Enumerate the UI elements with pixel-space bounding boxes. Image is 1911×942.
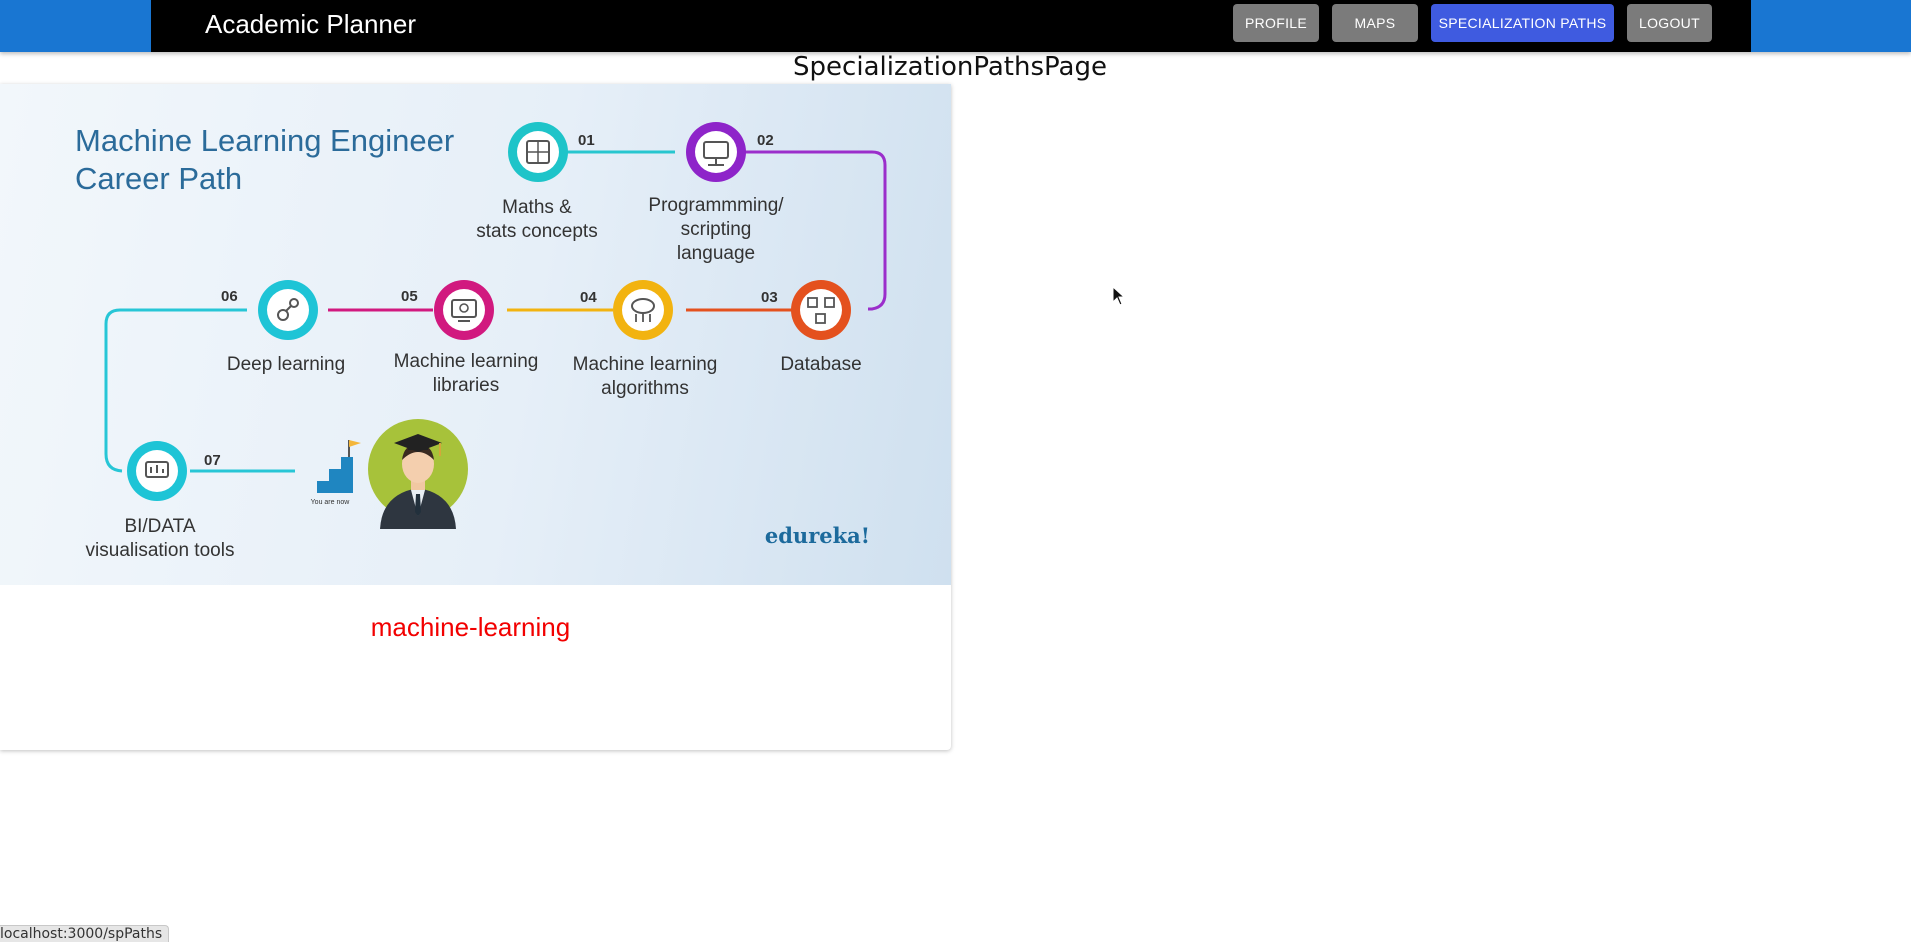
step-02: 02 Programmming/ scripting language (648, 122, 784, 264)
step-04-label-line2: algorithms (601, 378, 689, 399)
step-07-number: 07 (204, 452, 221, 469)
infographic-title-line2: Career Path (75, 161, 242, 196)
app-bar-inner: Academic Planner PROFILE MAPS SPECIALIZA… (151, 0, 1751, 52)
app-bar: Academic Planner PROFILE MAPS SPECIALIZA… (0, 0, 1911, 52)
infographic-title-line1: Machine Learning Engineer (75, 123, 454, 158)
logout-button[interactable]: LOGOUT (1627, 4, 1712, 42)
step-06-label-line1: Deep learning (227, 354, 345, 375)
page-title: SpecializationPathsPage (793, 52, 1107, 82)
step-05-number: 05 (401, 288, 418, 305)
specialization-card[interactable]: Machine Learning Engineer Career Path 01… (0, 84, 951, 750)
step-02-label-line3: language (677, 243, 755, 264)
edureka-logo: edureka! (765, 523, 870, 548)
maps-button[interactable]: MAPS (1332, 4, 1418, 42)
step-05: 05 Machine learning libraries (394, 280, 539, 396)
mouse-cursor-icon (1112, 286, 1126, 306)
step-06: 06 Deep learning (221, 280, 345, 375)
card-title[interactable]: machine-learning (0, 612, 941, 643)
step-04-number: 04 (580, 289, 597, 306)
step-07-label-line1: BI/DATA (124, 516, 195, 537)
step-01-label-line2: stats concepts (476, 221, 597, 242)
step-01-number: 01 (578, 132, 595, 149)
step-04-label-line1: Machine learning (573, 354, 718, 375)
step-03: 03 Database (761, 280, 862, 375)
step-01: 01 Maths & stats concepts (476, 122, 598, 242)
app-title: Academic Planner (205, 9, 416, 39)
step-05-label-line2: libraries (433, 375, 500, 396)
step-04: 04 Machine learning algorithms (573, 280, 718, 399)
graduate-illustration (368, 419, 468, 529)
profile-button[interactable]: PROFILE (1233, 4, 1319, 42)
specialization-paths-button[interactable]: SPECIALIZATION PATHS (1431, 4, 1614, 42)
career-path-infographic: Machine Learning Engineer Career Path 01… (75, 122, 887, 561)
stairs-flag-icon: You are now (305, 440, 361, 506)
you-are-now-caption: You are now (311, 499, 351, 506)
career-path-image[interactable]: Machine Learning Engineer Career Path 01… (0, 84, 951, 585)
step-06-number: 06 (221, 288, 238, 305)
step-02-label-line2: scripting (681, 219, 752, 240)
step-03-label-line1: Database (780, 354, 861, 375)
step-03-number: 03 (761, 289, 778, 306)
step-05-label-line1: Machine learning (394, 351, 539, 372)
step-02-label-line1: Programmming/ (648, 195, 784, 216)
step-07-label-line2: visualisation tools (86, 540, 235, 561)
status-bar-url: localhost:3000/spPaths (0, 925, 170, 942)
step-01-label-line1: Maths & (502, 197, 572, 218)
step-02-number: 02 (757, 132, 774, 149)
